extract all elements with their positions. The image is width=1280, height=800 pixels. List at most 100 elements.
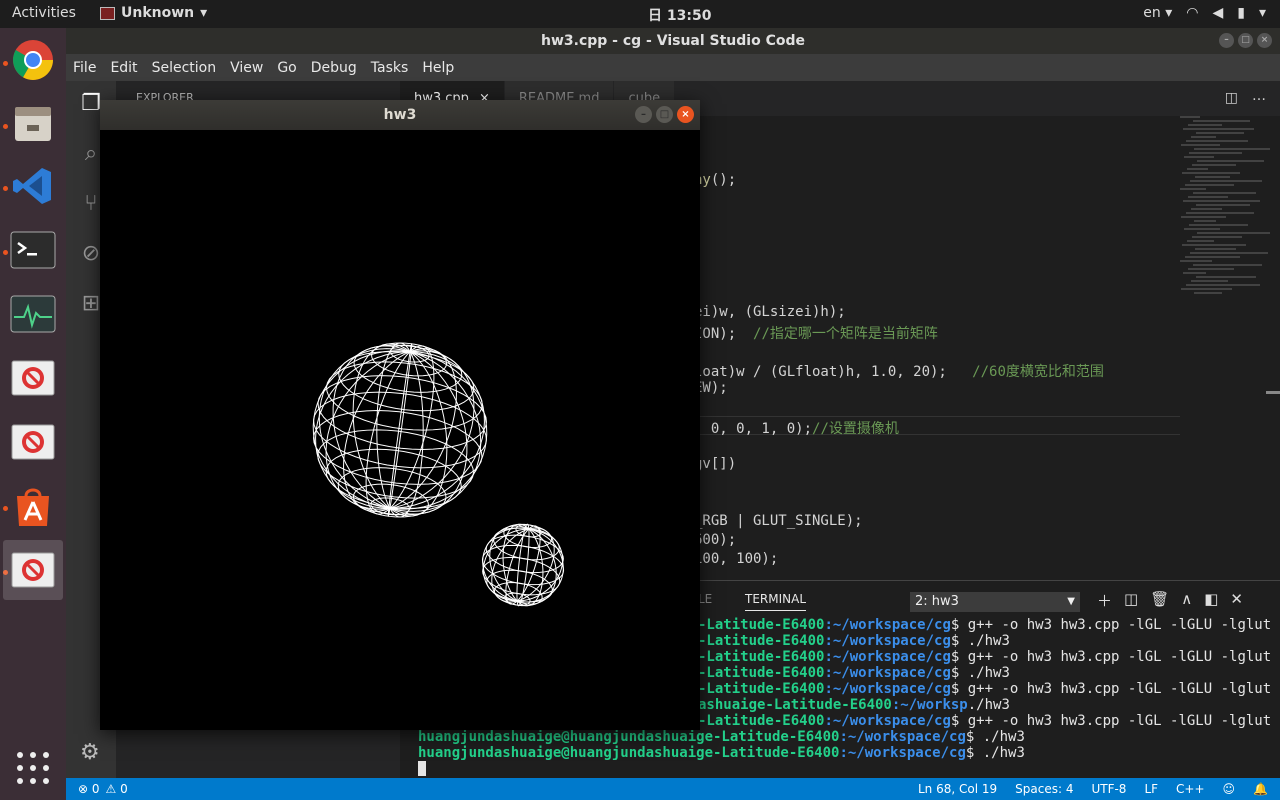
app-menu[interactable]: Unknown ▾ — [100, 5, 207, 21]
more-actions-icon[interactable]: … — [1252, 88, 1266, 104]
system-tray[interactable]: en ▾ ◠ ◀ ▮ ▾ — [1143, 5, 1266, 21]
system-menu-chevron-icon: ▾ — [1258, 5, 1266, 21]
code-line: gv[]) — [694, 456, 736, 472]
end-of-line[interactable]: LF — [1144, 782, 1158, 796]
code-token: //60度横宽比和范围 — [972, 364, 1104, 380]
cursor-position[interactable]: Ln 68, Col 19 — [918, 782, 997, 796]
files-launcher[interactable] — [3, 93, 63, 153]
unknown-app-launcher-1[interactable] — [3, 348, 63, 408]
terminal-user: ashuaige-Latitude-E6400 — [698, 697, 892, 713]
menu-item-go[interactable]: Go — [277, 60, 296, 76]
notifications-icon[interactable]: 🔔 — [1253, 782, 1268, 796]
minimap-line — [1190, 252, 1268, 254]
warnings-count[interactable]: ⚠ 0 — [106, 782, 128, 796]
terminal-path: :~/workspace/cg — [839, 729, 966, 745]
code-token: gv[]) — [694, 456, 737, 472]
code-line: ION); //指定哪一个矩阵是当前矩阵 — [694, 323, 938, 343]
terminal-user: -Latitude-E6400 — [698, 713, 825, 729]
minimap-line — [1195, 248, 1236, 250]
minimap-line — [1193, 264, 1262, 266]
maximize-button[interactable]: □ — [656, 106, 673, 123]
unknown-app-launcher-active[interactable] — [3, 540, 63, 600]
language-indicator[interactable]: en ▾ — [1143, 5, 1172, 21]
terminal-user: -Latitude-E6400 — [698, 617, 825, 633]
minimap-line — [1181, 216, 1226, 218]
minimap-line — [1188, 124, 1222, 126]
tab-problems[interactable]: LE — [698, 592, 712, 606]
terminal-cmd: $ ./hw3 — [950, 633, 1010, 649]
terminal-icon — [10, 231, 56, 269]
menu-item-edit[interactable]: Edit — [110, 60, 137, 76]
system-monitor-launcher[interactable] — [3, 284, 63, 344]
activities-button[interactable]: Activities — [12, 5, 76, 21]
minimap-line — [1180, 260, 1212, 262]
terminal-cmd: $ ./hw3 — [950, 665, 1010, 681]
wifi-icon: ◠ — [1186, 5, 1199, 21]
menu-item-debug[interactable]: Debug — [311, 60, 357, 76]
minimap-line — [1197, 232, 1270, 234]
indentation[interactable]: Spaces: 4 — [1015, 782, 1073, 796]
terminal-selector-value: 2: hw3 — [915, 594, 959, 609]
errors-count[interactable]: ⊗ 0 — [78, 782, 100, 796]
new-terminal-icon[interactable]: ＋ — [1097, 590, 1112, 611]
terminal-path: :~/worksp — [891, 697, 968, 713]
terminal-prompt-line — [418, 761, 1271, 778]
menu-item-tasks[interactable]: Tasks — [371, 60, 409, 76]
glut-window-titlebar[interactable]: hw3 – □ × — [100, 100, 700, 130]
terminal-cmd: $ g++ -o hw3 hw3.cpp -lGL -lGLU -lglut — [950, 617, 1272, 633]
terminal-path: :~/workspace/cg — [824, 649, 951, 665]
minimap-line — [1187, 240, 1214, 242]
vscode-launcher[interactable] — [3, 156, 63, 216]
minimap-line — [1184, 156, 1214, 158]
minimap-line — [1194, 148, 1270, 150]
software-center-launcher[interactable] — [3, 476, 63, 536]
language-mode[interactable]: C++ — [1176, 782, 1205, 796]
terminal-path: :~/workspace/cg — [839, 745, 966, 761]
terminal-cmd: ./hw3 — [967, 697, 1010, 713]
terminal-selector[interactable]: 2: hw3 ▼ — [910, 592, 1080, 612]
show-applications-icon[interactable] — [17, 752, 49, 784]
minimap[interactable] — [1180, 116, 1270, 296]
clock[interactable]: 日 13:50 — [648, 5, 711, 25]
close-button[interactable]: × — [1257, 33, 1272, 48]
minimize-button[interactable]: – — [635, 106, 652, 123]
menu-item-help[interactable]: Help — [422, 60, 454, 76]
split-terminal-icon[interactable]: ◫ — [1124, 590, 1138, 611]
scrollbar-thumb[interactable] — [1266, 391, 1280, 394]
file-manager-icon — [15, 107, 51, 141]
minimap-line — [1196, 132, 1244, 134]
chrome-launcher[interactable] — [3, 30, 63, 90]
minimap-line — [1188, 268, 1234, 270]
volume-icon: ◀ — [1212, 5, 1224, 21]
close-panel-icon[interactable]: ✕ — [1230, 590, 1243, 611]
menu-item-selection[interactable]: Selection — [152, 60, 217, 76]
terminal-cmd: $ g++ -o hw3 hw3.cpp -lGL -lGLU -lglut — [950, 713, 1272, 729]
code-token: loat)w / (GLfloat)h, 1.0, 20); — [694, 364, 973, 380]
close-button[interactable]: × — [677, 106, 694, 123]
split-editor-icon[interactable]: ◫ — [1225, 90, 1238, 106]
maximize-panel-icon[interactable]: ∧ — [1181, 590, 1192, 611]
opengl-canvas[interactable] — [100, 130, 700, 730]
menu-item-view[interactable]: View — [230, 60, 263, 76]
terminal-user: -Latitude-E6400 — [698, 681, 825, 697]
minimize-button[interactable]: – — [1219, 33, 1234, 48]
minimap-line — [1183, 128, 1254, 130]
terminal-user: huangjundashuaige@huangjundashuaige-Lati… — [418, 729, 840, 745]
kill-terminal-icon[interactable]: 🗑 — [1150, 590, 1169, 611]
maximize-button[interactable]: □ — [1238, 33, 1253, 48]
feedback-icon[interactable]: ☺ — [1223, 782, 1236, 796]
minimap-line — [1180, 188, 1206, 190]
manage-gear-icon[interactable]: ⚙ — [80, 740, 100, 765]
terminal-cursor — [418, 761, 426, 776]
minimap-line — [1191, 208, 1222, 210]
terminal-user: -Latitude-E6400 — [698, 649, 825, 665]
tab-terminal[interactable]: TERMINAL — [745, 592, 807, 611]
toggle-panel-position-icon[interactable]: ◧ — [1204, 590, 1218, 611]
unknown-app-launcher-2[interactable] — [3, 412, 63, 472]
minimap-line — [1184, 228, 1220, 230]
terminal-launcher[interactable] — [3, 220, 63, 280]
menu-item-file[interactable]: File — [73, 60, 96, 76]
minimap-line — [1189, 152, 1242, 154]
encoding[interactable]: UTF-8 — [1091, 782, 1126, 796]
terminal-path: :~/workspace/cg — [824, 633, 951, 649]
